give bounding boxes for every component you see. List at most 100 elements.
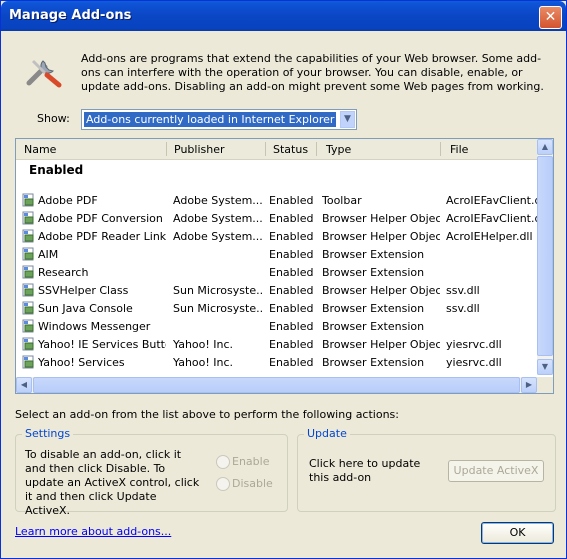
cell-status: Enabled xyxy=(269,302,314,315)
vertical-scroll-thumb[interactable] xyxy=(537,156,553,356)
table-row[interactable]: Yahoo! Services Yahoo! Inc. Enabled Browser… xyxy=(16,353,537,371)
addon-icon xyxy=(22,229,34,243)
table-row[interactable]: Yahoo! IE Services Button Yahoo! Inc. Enab… xyxy=(16,335,537,353)
column-separator xyxy=(166,142,167,156)
cell-publisher: Adobe System... xyxy=(173,212,263,225)
cell-status: Enabled xyxy=(269,284,314,297)
addon-icon xyxy=(22,337,34,351)
cell-name: SSVHelper Class xyxy=(38,284,129,297)
addon-icon xyxy=(22,301,34,315)
cell-name: Windows Messenger xyxy=(38,320,151,333)
column-header-name[interactable]: Name xyxy=(24,143,56,156)
table-row[interactable]: SSVHelper Class Sun Microsyste... Enabled B… xyxy=(16,281,537,299)
manage-addons-window: Manage Add-ons ✕ Add-ons are programs th… xyxy=(0,0,567,559)
tools-icon xyxy=(26,59,62,88)
addon-icon xyxy=(22,283,34,297)
column-separator xyxy=(265,142,266,156)
cell-type: Browser Extension xyxy=(322,248,425,261)
addon-icon xyxy=(22,193,34,207)
column-header-status[interactable]: Status xyxy=(273,143,308,156)
disable-radio[interactable] xyxy=(216,477,230,491)
show-dropdown[interactable]: Add-ons currently loaded in Internet Exp… xyxy=(81,109,357,130)
cell-name: Yahoo! IE Services Button xyxy=(38,338,166,351)
disable-radio-label: Disable xyxy=(232,477,273,490)
cell-type: Browser Helper Object xyxy=(322,230,440,243)
cell-status: Enabled xyxy=(269,248,314,261)
close-button[interactable]: ✕ xyxy=(539,6,562,29)
column-header-file[interactable]: File xyxy=(450,143,468,156)
learn-more-link[interactable]: Learn more about add-ons... xyxy=(15,525,171,538)
column-separator xyxy=(316,142,317,156)
addon-icon xyxy=(22,211,34,225)
intro-text: Add-ons are programs that extend the cap… xyxy=(81,52,544,93)
horizontal-scroll-thumb[interactable] xyxy=(33,377,520,393)
chevron-down-icon[interactable]: ▼ xyxy=(340,111,355,128)
column-header-type[interactable]: Type xyxy=(326,143,351,156)
cell-file: ssv.dll xyxy=(446,284,480,297)
addon-icon xyxy=(22,247,34,261)
show-label: Show: xyxy=(37,112,70,125)
cell-type: Browser Extension xyxy=(322,320,425,333)
cell-name: AIM xyxy=(38,248,59,261)
table-row[interactable]: Adobe PDF Adobe System... Enabled Toolbar Ac… xyxy=(16,191,540,209)
scroll-corner xyxy=(537,377,553,393)
cell-type: Toolbar xyxy=(322,194,362,207)
update-text: Click here to update this add-on xyxy=(309,457,421,484)
list-header: Name Publisher Status Type File xyxy=(16,139,537,160)
enable-radio[interactable] xyxy=(216,455,230,469)
cell-type: Browser Extension xyxy=(322,266,425,279)
cell-status: Enabled xyxy=(269,230,314,243)
actions-instruction: Select an add-on from the list above to … xyxy=(15,408,399,421)
cell-file: yiesrvc.dll xyxy=(446,356,502,369)
settings-text: To disable an add-on, click it and then … xyxy=(25,448,200,517)
cell-name: Sun Java Console xyxy=(38,302,133,315)
addon-icon xyxy=(22,265,34,279)
scroll-up-icon[interactable]: ▲ xyxy=(537,139,553,155)
addon-icon xyxy=(22,319,34,333)
cell-publisher: Sun Microsyste... xyxy=(173,302,263,315)
cell-type: Browser Extension xyxy=(322,356,425,369)
settings-group-title: Settings xyxy=(22,427,74,440)
cell-type: Browser Helper Object xyxy=(322,338,440,351)
cell-name: Adobe PDF Conversion ... xyxy=(38,212,166,225)
cell-type: Browser Helper Object xyxy=(322,284,440,297)
window-title: Manage Add-ons xyxy=(9,8,132,23)
column-separator xyxy=(440,142,441,156)
table-row[interactable]: AIM Enabled Browser Extension xyxy=(16,245,537,263)
scroll-left-icon[interactable]: ◀ xyxy=(16,377,32,393)
cell-publisher: Adobe System... xyxy=(173,230,263,243)
vertical-scrollbar[interactable]: ▲ ▼ xyxy=(537,139,553,375)
cell-file: ssv.dll xyxy=(446,302,480,315)
update-activex-button[interactable]: Update ActiveX xyxy=(448,460,544,482)
enable-radio-label: Enable xyxy=(232,455,270,468)
cell-publisher: Sun Microsyste... xyxy=(173,284,263,297)
addons-list[interactable]: Name Publisher Status Type File Enabled … xyxy=(15,138,554,394)
cell-type: Browser Extension xyxy=(322,302,425,315)
title-bar[interactable]: Manage Add-ons ✕ xyxy=(1,1,566,31)
cell-file: yiesrvc.dll xyxy=(446,338,502,351)
cell-status: Enabled xyxy=(269,356,314,369)
ok-button[interactable]: OK xyxy=(481,522,554,544)
cell-status: Enabled xyxy=(269,320,314,333)
cell-name: Adobe PDF Reader Link... xyxy=(38,230,166,243)
cell-file: AcroIEFavClient.dll xyxy=(446,194,540,207)
addon-icon xyxy=(22,355,34,369)
scroll-right-icon[interactable]: ▶ xyxy=(521,377,537,393)
table-row[interactable]: Windows Messenger Enabled Browser Extensio… xyxy=(16,317,537,335)
scroll-down-icon[interactable]: ▼ xyxy=(537,359,553,375)
table-row[interactable]: Research Enabled Browser Extension xyxy=(16,263,537,281)
cell-status: Enabled xyxy=(269,194,314,207)
group-header-enabled: Enabled xyxy=(29,163,84,177)
settings-group: Settings To disable an add-on, click it … xyxy=(15,427,288,517)
cell-name: Adobe PDF xyxy=(38,194,98,207)
cell-status: Enabled xyxy=(269,338,314,351)
column-header-publisher[interactable]: Publisher xyxy=(174,143,225,156)
cell-type: Browser Helper Object xyxy=(322,212,440,225)
cell-name: Research xyxy=(38,266,89,279)
update-group: Update Click here to update this add-on … xyxy=(297,427,556,512)
horizontal-scrollbar[interactable]: ◀ ▶ xyxy=(16,377,537,393)
table-row[interactable]: Sun Java Console Sun Microsyste... Enabled… xyxy=(16,299,537,317)
table-row[interactable]: Adobe PDF Conversion ... Adobe System... E… xyxy=(16,209,540,227)
cell-file: AcroIEHelper.dll xyxy=(446,230,533,243)
table-row[interactable]: Adobe PDF Reader Link... Adobe System... E… xyxy=(16,227,537,245)
